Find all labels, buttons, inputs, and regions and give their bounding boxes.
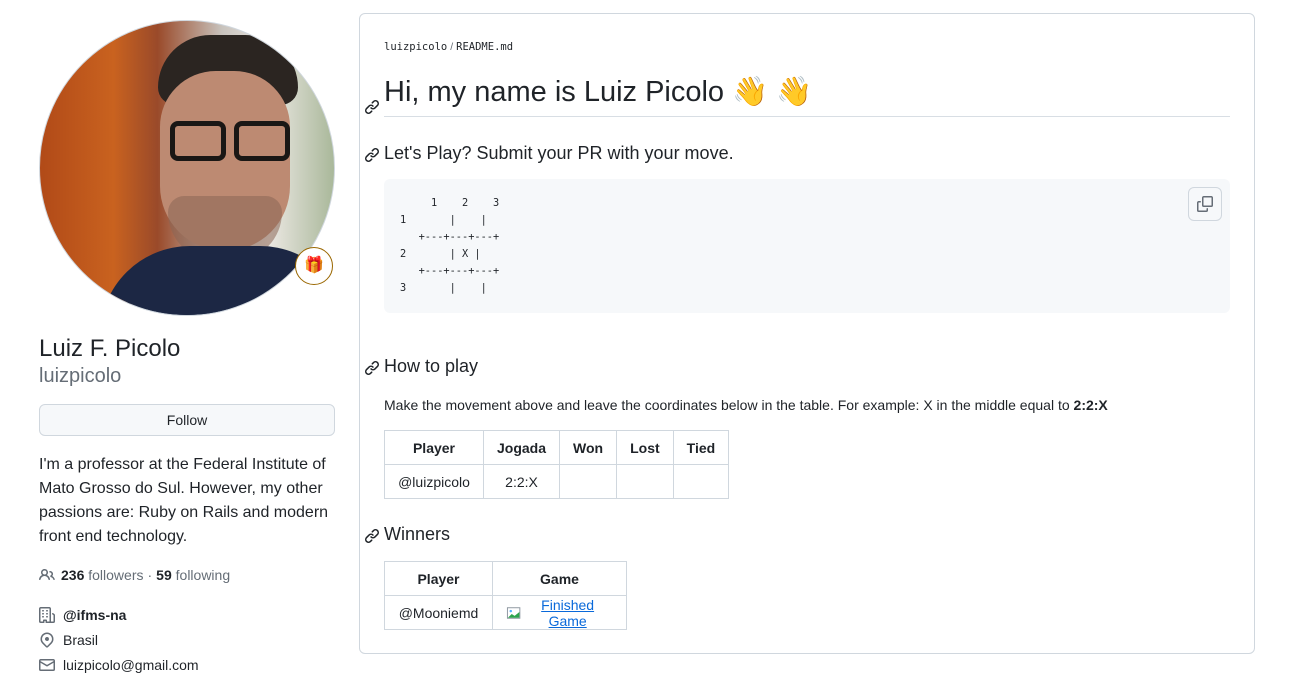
winners-cell-game: Finished Game bbox=[492, 595, 627, 630]
location-text: Brasil bbox=[63, 631, 99, 648]
how-to-play-text: Make the movement above and leave the co… bbox=[384, 395, 1108, 415]
profile-username: luizpicolo bbox=[39, 365, 122, 387]
how-to-play-sentence: Make the movement above and leave the co… bbox=[384, 397, 1074, 413]
heading-winners-text: Winners bbox=[384, 524, 451, 544]
link-icon[interactable] bbox=[364, 86, 380, 115]
breadcrumb-separator: / bbox=[450, 41, 454, 53]
finished-game-text: Finished Game bbox=[541, 596, 595, 629]
follow-button[interactable]: Follow bbox=[39, 404, 335, 436]
organization-row: @ifms-na bbox=[39, 602, 335, 627]
avatar[interactable] bbox=[39, 20, 335, 316]
followers-link[interactable]: 236 followers bbox=[61, 567, 144, 583]
email-link[interactable]: luizpicolo@gmail.com bbox=[63, 657, 199, 673]
finished-game-link[interactable]: Finished Game bbox=[506, 597, 613, 629]
moves-header-tied: Tied bbox=[672, 430, 730, 465]
heading-how-to-play: How to play bbox=[364, 354, 479, 378]
profile-sidebar: 🎁 Luiz F. Picolo luizpicolo Follow I'm a… bbox=[39, 20, 335, 677]
link-icon[interactable] bbox=[364, 145, 380, 163]
heading-how-to-play-text: How to play bbox=[384, 356, 479, 376]
broken-image-icon bbox=[506, 606, 521, 619]
winners-header-player: Player bbox=[384, 561, 493, 596]
building-icon bbox=[39, 606, 55, 623]
how-to-play-example: 2:2:X bbox=[1073, 397, 1108, 413]
moves-cell-player: @luizpicolo bbox=[384, 464, 484, 499]
gift-icon: 🎁 bbox=[304, 257, 324, 274]
moves-table: Player Jogada Won Lost Tied @luizpicolo … bbox=[384, 430, 730, 499]
readme-panel: luizpicolo / README.md Hi, my name is Luiz… bbox=[359, 13, 1255, 654]
moves-header-player: Player bbox=[384, 430, 484, 465]
winners-header-game: Game bbox=[492, 561, 627, 596]
table-row: @Mooniemd Finished Game bbox=[384, 595, 627, 630]
stats-separator: · bbox=[147, 567, 153, 583]
follow-stats: 236 followers · 59 following bbox=[39, 567, 335, 583]
following-label: following bbox=[175, 567, 231, 583]
moves-cell-jogada: 2:2:X bbox=[482, 464, 561, 499]
followers-label: followers bbox=[88, 567, 144, 583]
location-row: Brasil bbox=[39, 627, 335, 652]
breadcrumb: luizpicolo / README.md bbox=[384, 41, 513, 53]
email-row: luizpicolo@gmail.com bbox=[39, 652, 335, 677]
readme-title-text: Hi, my name is Luiz Picolo 👋 👋 bbox=[384, 76, 813, 108]
moves-cell-won bbox=[559, 464, 618, 499]
link-icon[interactable] bbox=[364, 526, 380, 544]
people-icon bbox=[39, 567, 55, 583]
profile-details: @ifms-na Brasil luizpicolo@gmail.com bbox=[39, 602, 335, 677]
board-text: 1 2 3 1 | | +---+---+---+ 2 | X | +---+-… bbox=[400, 197, 500, 294]
status-emoji-badge[interactable]: 🎁 bbox=[295, 247, 333, 285]
winners-table: Player Game @Mooniemd Finished Game bbox=[384, 561, 627, 630]
readme-title: Hi, my name is Luiz Picolo 👋 👋 bbox=[364, 72, 1230, 117]
heading-winners: Winners bbox=[364, 522, 451, 546]
copy-button[interactable] bbox=[1188, 187, 1222, 221]
organization-link[interactable]: @ifms-na bbox=[63, 607, 126, 623]
moves-header-jogada: Jogada bbox=[482, 430, 561, 465]
profile-bio: I'm a professor at the Federal Institute… bbox=[39, 456, 329, 545]
heading-lets-play: Let's Play? Submit your PR with your mov… bbox=[364, 141, 734, 165]
following-link[interactable]: 59 following bbox=[156, 567, 230, 583]
table-row: @luizpicolo 2:2:X bbox=[384, 464, 730, 499]
location-pin-icon bbox=[39, 631, 55, 648]
winners-cell-player: @Mooniemd bbox=[384, 595, 493, 630]
link-icon[interactable] bbox=[364, 358, 380, 376]
copy-icon bbox=[1197, 196, 1213, 212]
profile-full-name: Luiz F. Picolo bbox=[39, 335, 181, 362]
breadcrumb-file[interactable]: README.md bbox=[456, 41, 513, 53]
following-count: 59 bbox=[156, 567, 172, 583]
moves-header-won: Won bbox=[559, 430, 618, 465]
moves-cell-tied bbox=[672, 464, 730, 499]
mail-icon bbox=[39, 657, 55, 673]
breadcrumb-user[interactable]: luizpicolo bbox=[384, 41, 447, 53]
moves-cell-lost bbox=[616, 464, 674, 499]
tic-tac-toe-board: 1 2 3 1 | | +---+---+---+ 2 | X | +---+-… bbox=[384, 179, 1230, 313]
followers-count: 236 bbox=[61, 567, 85, 583]
moves-header-lost: Lost bbox=[616, 430, 674, 465]
heading-lets-play-text: Let's Play? Submit your PR with your mov… bbox=[384, 143, 734, 163]
